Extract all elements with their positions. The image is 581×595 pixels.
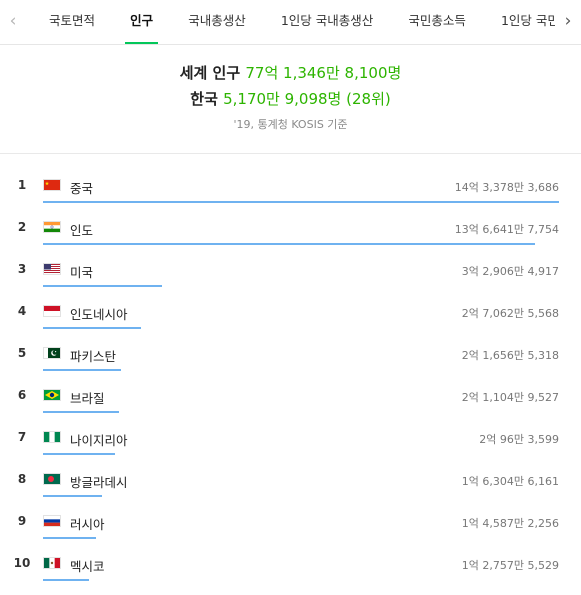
tab-gdp-per-capita[interactable]: 1인당 국내총생산: [266, 0, 388, 44]
population-bar-track: [43, 579, 559, 581]
population-bar-track: [43, 201, 559, 203]
ranking-row[interactable]: 10 멕시코 1억 2,757만 5,529: [0, 543, 581, 585]
data-source-note: '19, 통계청 KOSIS 기준: [233, 118, 348, 131]
korea-population-label: 한국: [190, 90, 218, 108]
population-value: 13억 6,641만 7,754: [454, 223, 559, 236]
country-name-link[interactable]: 인도: [70, 220, 93, 239]
population-summary: 세계 인구 77억 1,346만 8,100명 한국 5,170만 9,098명…: [0, 60, 581, 132]
next-tabs-arrow-icon[interactable]: ›: [555, 0, 581, 44]
population-bar-track: [43, 537, 559, 539]
india-flag-icon: [43, 221, 61, 233]
population-value: 2억 1,656만 5,318: [461, 349, 559, 362]
country-name-link[interactable]: 방글라데시: [70, 472, 128, 491]
population-bar: [43, 411, 119, 413]
usa-flag-icon: [43, 263, 61, 275]
population-bar: [43, 453, 116, 455]
population-bar: [43, 537, 96, 539]
country-name-link[interactable]: 나이지리아: [70, 430, 128, 449]
rank-number: 4: [17, 304, 27, 318]
ranking-row[interactable]: 4 인도네시아 2억 7,062만 5,568: [0, 291, 581, 333]
population-bar: [43, 285, 162, 287]
tab-land-area[interactable]: 국토면적: [34, 0, 110, 44]
population-value: 2억 1,104만 9,527: [461, 391, 559, 404]
rank-number: 1: [17, 178, 27, 192]
population-value: 3억 2,906만 4,917: [461, 265, 559, 278]
tab-list: 국토면적 인구 국내총생산 1인당 국내총생산 국민총소득 1인당 국민총: [34, 0, 581, 44]
rank-number: 8: [17, 472, 27, 486]
ranking-row[interactable]: 6 브라질 2억 1,104만 9,527: [0, 375, 581, 417]
tab-gni[interactable]: 국민총소득: [393, 0, 481, 44]
population-bar-track: [43, 285, 559, 287]
tab-gdp[interactable]: 국내총생산: [173, 0, 261, 44]
ranking-row[interactable]: 1 중국 14억 3,378만 3,686: [0, 165, 581, 207]
world-population-label: 세계 인구: [179, 64, 241, 82]
population-value: 2억 7,062만 5,568: [461, 307, 559, 320]
population-bar: [43, 579, 89, 581]
brazil-flag-icon: [43, 389, 61, 401]
korea-population-value: 5,170만 9,098명 (28위): [223, 90, 391, 108]
rank-number: 6: [17, 388, 27, 402]
russia-flag-icon: [43, 515, 61, 527]
population-value: 1억 6,304만 6,161: [461, 475, 559, 488]
population-bar: [43, 201, 559, 203]
ranking-row[interactable]: 2 인도 13억 6,641만 7,754: [0, 207, 581, 249]
world-population-line: 세계 인구 77억 1,346만 8,100명: [0, 60, 581, 86]
ranking-row[interactable]: 7 나이지리아 2억 96만 3,599: [0, 417, 581, 459]
world-population-value: 77억 1,346만 8,100명: [245, 64, 402, 82]
rank-number: 3: [17, 262, 27, 276]
rank-number: 2: [17, 220, 27, 234]
population-bar-track: [43, 243, 559, 245]
population-value: 1억 4,587만 2,256: [461, 517, 559, 530]
country-name-link[interactable]: 멕시코: [70, 556, 105, 575]
population-value: 2억 96만 3,599: [479, 433, 559, 446]
country-name-link[interactable]: 브라질: [70, 388, 105, 407]
rank-number: 9: [17, 514, 27, 528]
korea-population-line: 한국 5,170만 9,098명 (28위): [0, 86, 581, 112]
population-bar-track: [43, 369, 559, 371]
population-bar: [43, 369, 121, 371]
country-name-link[interactable]: 중국: [70, 178, 93, 197]
rank-number: 10: [13, 556, 31, 570]
indonesia-flag-icon: [43, 305, 61, 317]
population-bar: [43, 495, 102, 497]
country-name-link[interactable]: 러시아: [70, 514, 105, 533]
population-bar-track: [43, 411, 559, 413]
mexico-flag-icon: [43, 557, 61, 569]
country-name-link[interactable]: 미국: [70, 262, 93, 281]
population-bar-track: [43, 453, 559, 455]
country-name-link[interactable]: 인도네시아: [70, 304, 128, 323]
ranking-row[interactable]: 9 러시아 1억 4,587만 2,256: [0, 501, 581, 543]
bangladesh-flag-icon: [43, 473, 61, 485]
rank-number: 7: [17, 430, 27, 444]
ranking-row[interactable]: 8 방글라데시 1억 6,304만 6,161: [0, 459, 581, 501]
pakistan-flag-icon: [43, 347, 61, 359]
prev-tabs-arrow-icon[interactable]: ‹: [0, 0, 26, 44]
population-ranking-list: 1 중국 14억 3,378만 3,686 2 인도 13억 6,641만 7,754 3 미…: [0, 165, 581, 585]
rank-number: 5: [17, 346, 27, 360]
population-bar-track: [43, 327, 559, 329]
population-bar: [43, 243, 535, 245]
ranking-row[interactable]: 5 파키스탄 2억 1,656만 5,318: [0, 333, 581, 375]
population-bar: [43, 327, 141, 329]
population-value: 1억 2,757만 5,529: [461, 559, 559, 572]
population-bar-track: [43, 495, 559, 497]
population-value: 14억 3,378만 3,686: [454, 181, 559, 194]
country-name-link[interactable]: 파키스탄: [70, 346, 116, 365]
nigeria-flag-icon: [43, 431, 61, 443]
category-tab-bar: ‹ 국토면적 인구 국내총생산 1인당 국내총생산 국민총소득 1인당 국민총 …: [0, 0, 581, 45]
tab-population[interactable]: 인구: [115, 0, 168, 44]
section-divider: [0, 153, 581, 154]
ranking-row[interactable]: 3 미국 3억 2,906만 4,917: [0, 249, 581, 291]
china-flag-icon: [43, 179, 61, 191]
